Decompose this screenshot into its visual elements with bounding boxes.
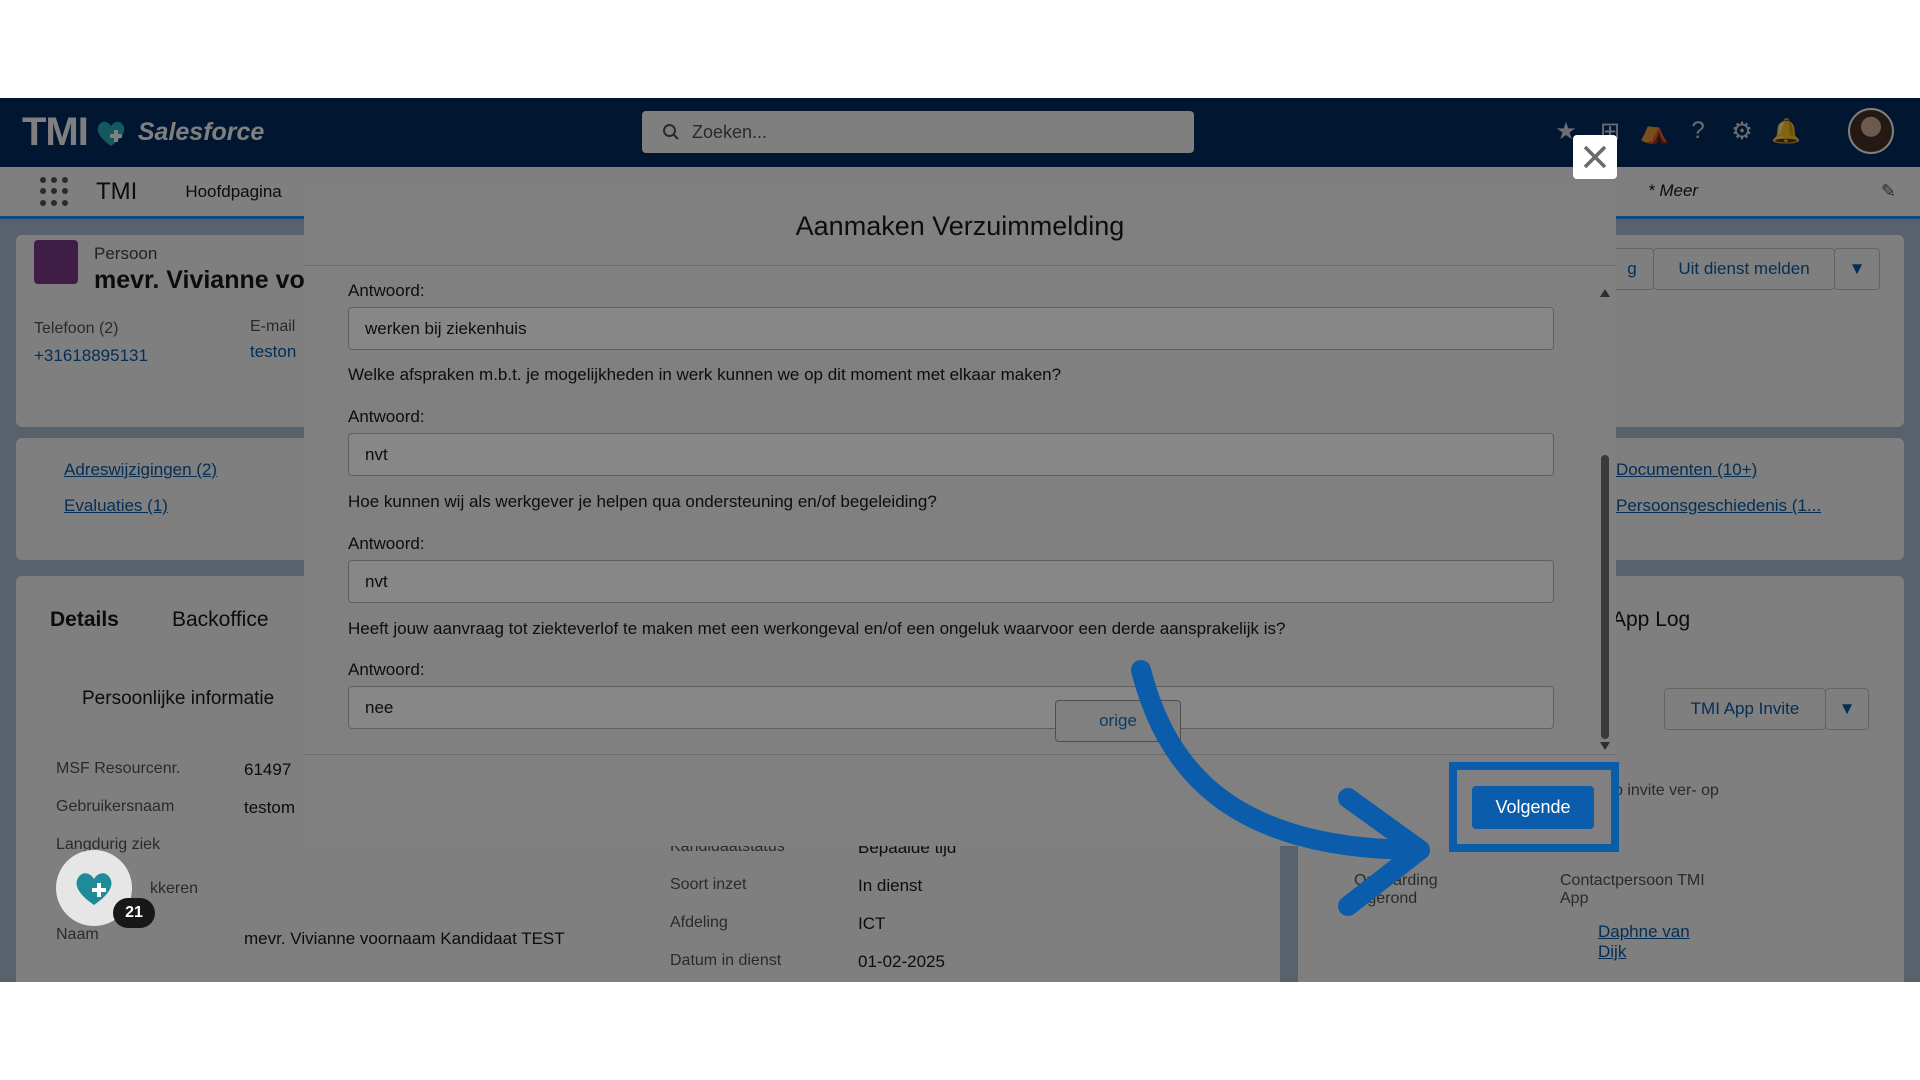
question-text: Welke afspraken m.b.t. je mogelijkheden … xyxy=(348,365,1062,384)
modal-header: Aanmaken Verzuimmelding xyxy=(304,188,1616,266)
modal-close-button[interactable] xyxy=(1573,135,1617,179)
question-text: Heeft jouw aanvraag tot ziekteverlof te … xyxy=(348,619,1286,638)
answer-input[interactable]: werken bij ziekenhuis xyxy=(348,307,1554,350)
answer-label: Antwoord: xyxy=(348,660,425,679)
modal-scrollbar-thumb[interactable] xyxy=(1601,455,1609,739)
answer-input[interactable]: nvt xyxy=(348,433,1554,476)
modal-title: Aanmaken Verzuimmelding xyxy=(795,211,1125,241)
close-icon xyxy=(1583,145,1607,169)
tutorial-arrow-icon xyxy=(1131,660,1430,916)
answer-label: Antwoord: xyxy=(348,407,425,426)
screen: TMI Salesforce Zoeken... ★ ⊞ ⛺ ? ⚙ 🔔 xyxy=(0,98,1920,982)
answer-input[interactable]: nvt xyxy=(348,560,1554,603)
next-button[interactable]: Volgende xyxy=(1472,786,1594,829)
answer-label: Antwoord: xyxy=(348,281,425,300)
question-text: Hoe kunnen wij als werkgever je helpen q… xyxy=(348,492,937,511)
scroll-up-arrow-icon[interactable] xyxy=(1600,289,1610,297)
answer-label: Antwoord: xyxy=(348,534,425,553)
notification-count-badge: 21 xyxy=(113,898,155,928)
scroll-down-arrow-icon[interactable] xyxy=(1600,742,1610,750)
heart-plus-icon xyxy=(76,873,112,905)
